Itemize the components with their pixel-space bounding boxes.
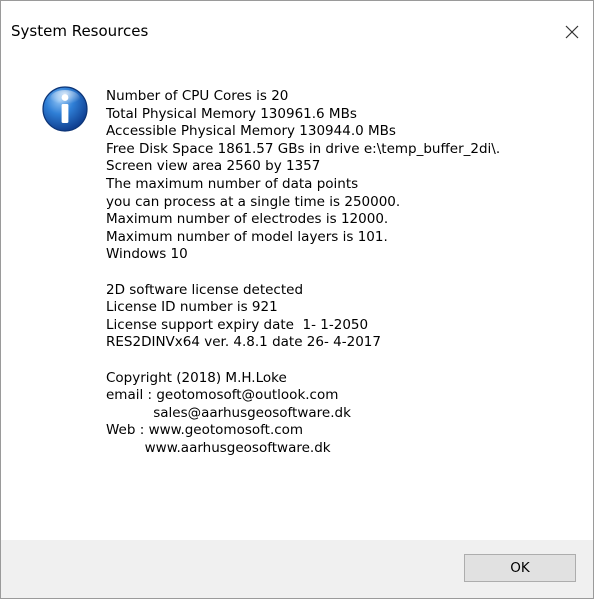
info-line-cpu-cores: Number of CPU Cores is 20 bbox=[106, 88, 289, 104]
info-line-screen-area: Screen view area 2560 by 1357 bbox=[106, 158, 321, 175]
close-icon bbox=[565, 25, 579, 39]
dialog-title: System Resources bbox=[11, 22, 149, 40]
web-line-primary: Web : www.geotomosoft.com bbox=[106, 422, 304, 439]
close-button[interactable] bbox=[554, 15, 590, 49]
email-line-primary: email : geotomosoft@outlook.com bbox=[106, 387, 339, 404]
license-line-version: RES2DINVx64 ver. 4.8.1 date 26- 4-2017 bbox=[106, 334, 381, 351]
message-text: Number of CPU Cores is 20 Total Physical… bbox=[106, 88, 586, 457]
button-bar: OK bbox=[1, 540, 593, 598]
license-line-detected: 2D software license detected bbox=[106, 281, 304, 298]
info-line-max-data-points: The maximum number of data points bbox=[106, 175, 359, 192]
info-line-free-disk: Free Disk Space 1861.57 GBs in drive e:\… bbox=[106, 140, 501, 157]
license-line-expiry: License support expiry date 1- 1-2050 bbox=[106, 316, 369, 333]
title-bar: System Resources bbox=[1, 1, 593, 63]
info-line-max-electrodes: Maximum number of electrodes is 12000. bbox=[106, 211, 389, 228]
info-line-accessible-memory: Accessible Physical Memory 130944.0 MBs bbox=[106, 123, 396, 140]
system-resources-dialog: System Resources Number of CPU Cores is … bbox=[0, 0, 594, 599]
web-line-secondary: www.aarhusgeosoftware.dk bbox=[106, 439, 331, 456]
email-line-secondary: sales@aarhusgeosoftware.dk bbox=[106, 404, 351, 421]
info-line-max-layers: Maximum number of model layers is 101. bbox=[106, 228, 388, 245]
information-icon bbox=[42, 86, 88, 132]
license-line-id: License ID number is 921 bbox=[106, 299, 278, 316]
copyright-line: Copyright (2018) M.H.Loke bbox=[106, 369, 287, 386]
info-line-max-data-points-cont: you can process at a single time is 2500… bbox=[106, 193, 401, 210]
info-line-total-memory: Total Physical Memory 130961.6 MBs bbox=[106, 105, 357, 122]
ok-button[interactable]: OK bbox=[464, 554, 576, 582]
info-line-os: Windows 10 bbox=[106, 246, 188, 263]
dialog-content: Number of CPU Cores is 20 Total Physical… bbox=[1, 63, 593, 540]
